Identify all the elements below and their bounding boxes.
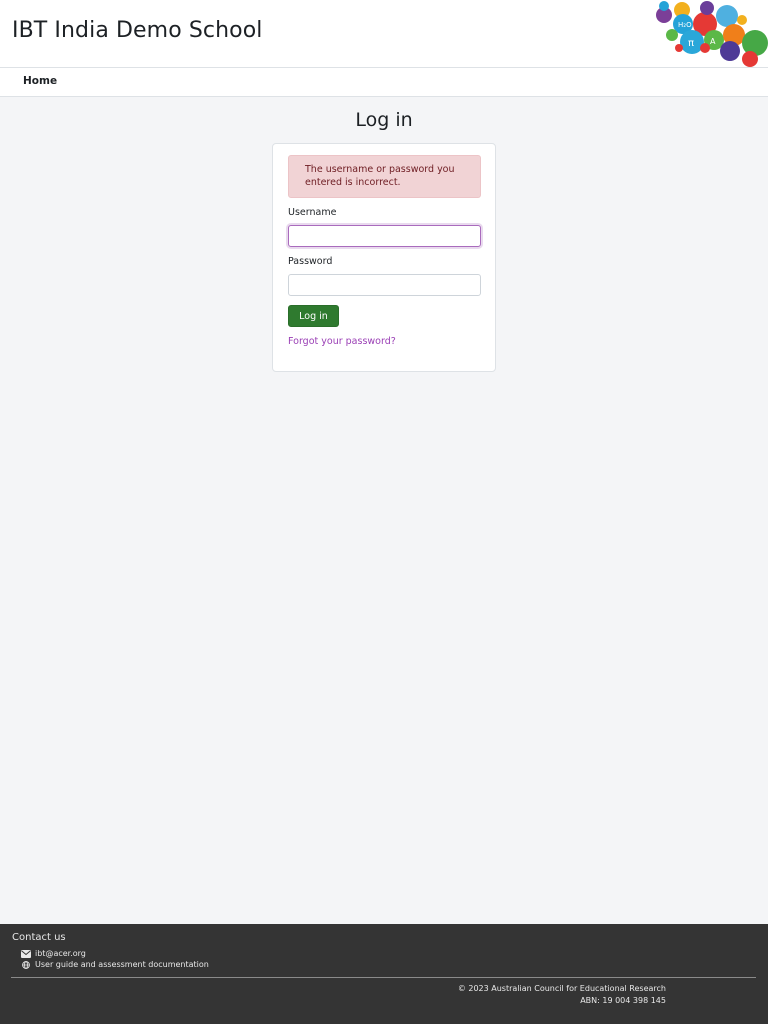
globe-icon (22, 960, 30, 969)
page-title: Log in (355, 109, 413, 131)
science-bubbles-logo: H₂O π A (656, 1, 768, 67)
abn-text: ABN: 19 004 398 145 (580, 995, 666, 1005)
password-label: Password (288, 256, 333, 267)
footer-email-link[interactable]: ibt@acer.org (35, 949, 86, 958)
svg-text:A: A (710, 37, 716, 46)
site-title[interactable]: IBT India Demo School (12, 18, 263, 43)
site-header: IBT India Demo School H₂O π A (0, 0, 768, 68)
forgot-password-link[interactable]: Forgot your password? (288, 336, 396, 347)
footer-email-row: ibt@acer.org (21, 949, 86, 958)
nav-home-link[interactable]: Home (23, 75, 57, 87)
envelope-icon (21, 949, 31, 958)
primary-navigation: Home (0, 68, 768, 97)
copyright-text: © 2023 Australian Council for Educationa… (457, 984, 666, 993)
password-input[interactable] (288, 274, 481, 296)
login-button[interactable]: Log in (288, 305, 339, 327)
username-input[interactable] (288, 225, 481, 247)
svg-text:H₂O: H₂O (678, 21, 692, 29)
login-form-card: The username or password you entered is … (272, 143, 496, 372)
footer-copyright: © 2023 Australian Council for Educationa… (458, 983, 666, 1006)
site-footer: Contact us ibt@acer.org User guide and a… (0, 924, 768, 1024)
svg-text:π: π (688, 38, 694, 49)
footer-divider (11, 977, 756, 978)
username-label: Username (288, 207, 337, 218)
footer-docs-row: User guide and assessment documentation (21, 960, 209, 969)
login-error-alert: The username or password you entered is … (288, 155, 481, 198)
footer-docs-link[interactable]: User guide and assessment documentation (35, 960, 209, 969)
contact-heading: Contact us (12, 932, 66, 943)
